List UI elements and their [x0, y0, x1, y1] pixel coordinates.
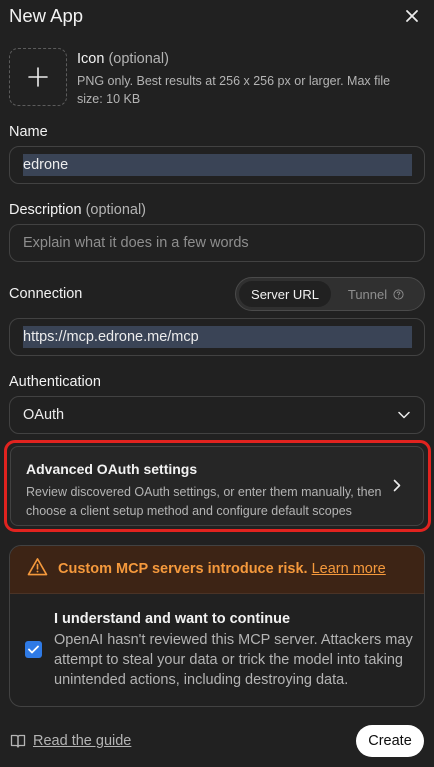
- connection-label: Connection: [9, 286, 83, 302]
- checkmark-icon: [28, 645, 39, 654]
- acknowledge-checkbox[interactable]: [25, 641, 42, 658]
- help-circle-icon: [393, 288, 404, 300]
- risk-warning: Custom MCP servers introduce risk. Learn…: [58, 561, 386, 577]
- tunnel-tab-label: Tunnel: [347, 286, 388, 302]
- optional-tag: (optional): [108, 51, 169, 67]
- close-button[interactable]: [401, 5, 423, 27]
- advanced-oauth-title: Advanced OAuth settings: [26, 461, 198, 477]
- dialog-title: New App: [9, 5, 84, 26]
- name-label: Name: [9, 124, 48, 140]
- server-url-input[interactable]: https://mcp.edrone.me/mcp: [9, 318, 425, 356]
- name-value: edrone: [23, 154, 412, 176]
- book-icon: [10, 734, 26, 748]
- learn-more-link[interactable]: Learn more: [312, 561, 386, 577]
- chevron-right-icon: [393, 479, 401, 492]
- acknowledge-description: OpenAI hasn't reviewed this MCP server. …: [54, 632, 413, 688]
- description-placeholder: Explain what it does in a few words: [23, 235, 249, 251]
- server-url-value: https://mcp.edrone.me/mcp: [23, 326, 412, 348]
- chevron-down-icon: [398, 411, 410, 419]
- read-the-guide-link[interactable]: Read the guide: [33, 733, 131, 749]
- tunnel-tab[interactable]: Tunnel: [331, 281, 421, 307]
- description-label: Description (optional): [9, 202, 147, 218]
- plus-icon: [28, 67, 48, 87]
- warning-icon: [27, 558, 48, 576]
- connection-toggle[interactable]: Server URL Tunnel: [235, 277, 425, 311]
- description-input[interactable]: Explain what it does in a few words: [9, 224, 425, 262]
- icon-help-text: PNG only. Best results at 256 x 256 px o…: [77, 74, 391, 106]
- create-button[interactable]: Create: [356, 725, 424, 757]
- authentication-select[interactable]: OAuth: [9, 396, 425, 434]
- advanced-oauth-description: Review discovered OAuth settings, or ent…: [26, 485, 382, 518]
- authentication-value: OAuth: [23, 407, 65, 423]
- optional-tag: (optional): [85, 202, 147, 218]
- acknowledge-title: I understand and want to continue: [54, 611, 291, 627]
- server-url-tab[interactable]: Server URL: [239, 281, 331, 307]
- icon-label: Icon (optional): [77, 51, 169, 67]
- name-input[interactable]: edrone: [9, 146, 425, 184]
- authentication-label: Authentication: [9, 374, 101, 390]
- icon-upload-button[interactable]: [9, 48, 67, 106]
- close-icon: [406, 10, 418, 22]
